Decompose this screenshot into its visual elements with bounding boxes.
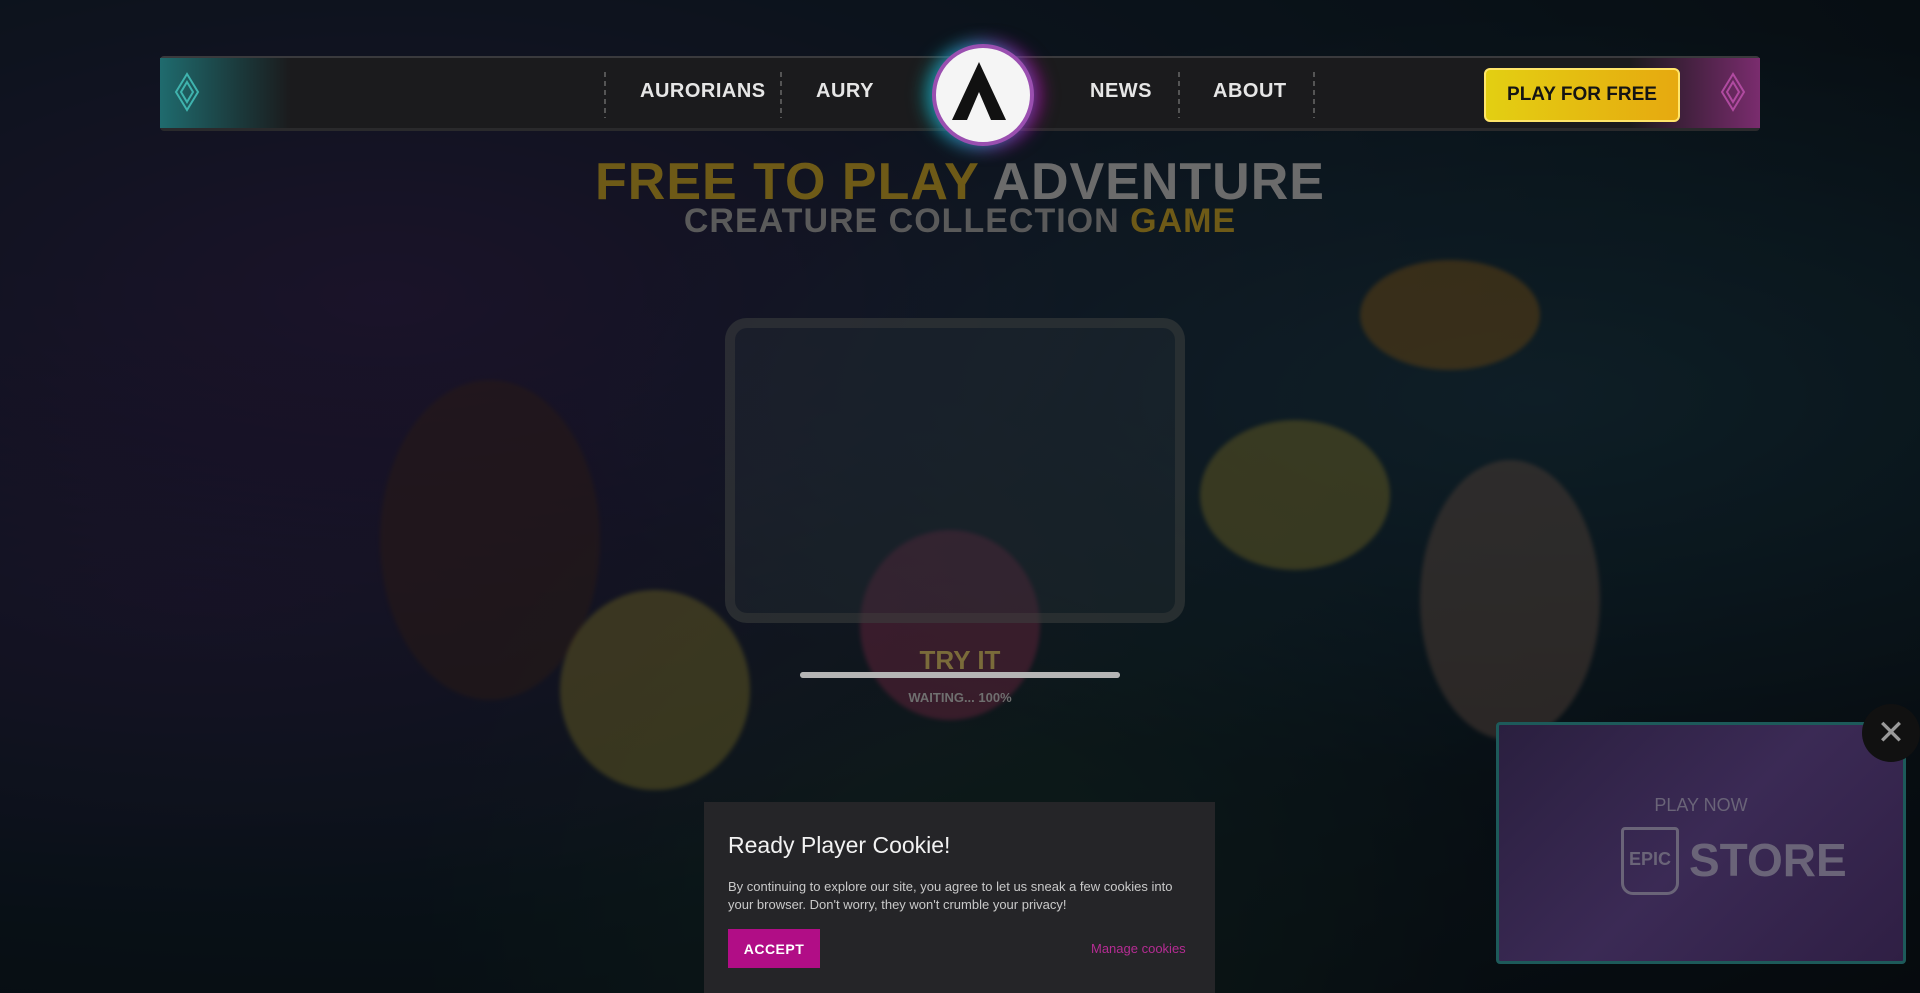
epic-games-logo: EPIC [1621, 827, 1679, 895]
play-for-free-button[interactable]: PLAY FOR FREE [1484, 68, 1680, 122]
logo-a-icon [952, 62, 1006, 120]
site-logo[interactable] [932, 44, 1034, 146]
nav-divider [1313, 72, 1315, 118]
nav-divider [780, 72, 782, 118]
diamond-icon [174, 72, 200, 112]
manage-cookies-link[interactable]: Manage cookies [1091, 941, 1186, 956]
store-label: STORE [1689, 834, 1847, 886]
hero-subtitle-highlight: GAME [1130, 202, 1237, 240]
epic-store-popup[interactable]: PLAY NOW EPIC STORE [1496, 722, 1906, 964]
nav-divider [1178, 72, 1180, 118]
nav-divider [604, 72, 606, 118]
nav-news[interactable]: NEWS [1090, 80, 1152, 103]
nav-aurorians[interactable]: AURORIANS [640, 80, 766, 103]
hero-title-line2: CREATURE COLLECTION GAME [0, 202, 1920, 241]
loading-status-text: WAITING... 100% [908, 690, 1012, 705]
hero-subtitle-rest: CREATURE COLLECTION [683, 202, 1120, 240]
cookie-description: By continuing to explore our site, you a… [728, 879, 1173, 912]
loading-progress-fill [800, 672, 1120, 678]
play-now-label: PLAY NOW [1654, 795, 1748, 815]
cookie-title: Ready Player Cookie! [728, 832, 951, 858]
diamond-icon [1720, 72, 1746, 112]
loading-progress-bar [800, 672, 1120, 678]
nav-aury[interactable]: AURY [816, 80, 874, 103]
accept-cookies-button[interactable]: ACCEPT [728, 929, 820, 968]
nav-about[interactable]: ABOUT [1213, 80, 1287, 103]
close-icon[interactable]: ✕ [1862, 704, 1920, 762]
cookie-banner: Ready Player Cookie! By continuing to ex… [704, 802, 1215, 993]
